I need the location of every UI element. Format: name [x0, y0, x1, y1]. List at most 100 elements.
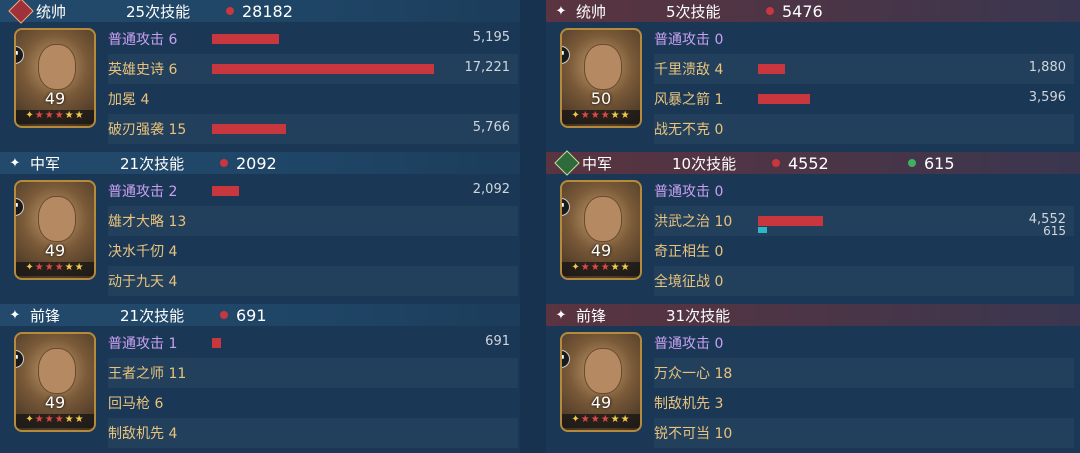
damage-value: 691	[485, 334, 510, 349]
skill-row: 普通攻击 6 5,195	[108, 24, 518, 54]
skill-name: 普通攻击 1	[108, 333, 208, 353]
damage-value: 1,880	[1028, 60, 1066, 75]
hero-portrait[interactable]: ⚑ 49 ✦★★★★★	[560, 332, 642, 432]
group-header: ✦ 前锋 21次技能 691	[0, 304, 520, 326]
skill-cast-count: 4	[168, 426, 178, 442]
damage-bar-area	[208, 418, 518, 448]
skill-name: 决水千仞 4	[108, 241, 208, 261]
damage-bar-area	[208, 388, 518, 418]
skill-name: 奇正相生 0	[654, 241, 754, 261]
damage-bar	[212, 34, 279, 44]
skill-name-text: 普通攻击	[108, 32, 164, 48]
damage-bar-area	[208, 236, 518, 266]
hero-face	[38, 196, 76, 242]
sparkle-icon: ✦	[9, 307, 21, 323]
skill-name: 万众一心 18	[654, 363, 754, 383]
skill-name-text: 动于九天	[108, 274, 164, 290]
damage-bar	[758, 216, 824, 226]
hero-level: 49	[590, 241, 612, 260]
skill-row: 普通攻击 1 691	[108, 328, 518, 358]
hero-level: 50	[590, 89, 612, 108]
skill-cast-count: 6	[154, 396, 164, 412]
hero-portrait[interactable]: ⚑ 49 ✦★★★★★	[14, 180, 96, 280]
skill-cast-count: 4	[168, 244, 178, 260]
skill-row: 洪武之治 10 4,552 615	[654, 206, 1074, 238]
skill-cast-count: 1	[168, 336, 178, 352]
skill-name-text: 锐不可当	[654, 426, 710, 442]
hero-group: ✦前锋31次技能 ⚑49✦★★★★★ 普通攻击 0 万众一心 18 制敌机先 3 锐不可当…	[546, 304, 1080, 453]
skill-count: 21次技能	[120, 306, 185, 325]
skill-row: 普通攻击 0	[654, 24, 1074, 54]
skill-name-text: 全境征战	[654, 274, 710, 290]
skill-row: 普通攻击 2 2,092	[108, 176, 518, 206]
skill-row: 制敌机先 4	[108, 418, 518, 448]
skill-name: 千里溃敌 4	[654, 59, 754, 79]
damage-bar-area: 17,221	[208, 54, 518, 84]
skill-cast-count: 0	[714, 122, 724, 138]
skill-cast-count: 0	[714, 336, 724, 352]
damage-dot-icon	[220, 159, 228, 167]
troop-type-icon: ⚑	[562, 46, 570, 64]
skill-row: 锐不可当 10	[654, 418, 1074, 448]
total-damage: 28182	[242, 1, 293, 21]
hero-group: 中军10次技能4552615⚑49✦★★★★★普通攻击 0洪武之治 104,55…	[546, 150, 1080, 304]
skill-cast-count: 13	[168, 214, 187, 230]
skill-name-text: 奇正相生	[654, 244, 710, 260]
damage-bar	[212, 64, 434, 74]
skill-row: 战无不克 0	[654, 114, 1074, 144]
damage-bar	[212, 338, 221, 348]
damage-dot-icon	[766, 7, 774, 15]
damage-bar-area	[754, 328, 1074, 358]
skill-cast-count: 11	[168, 366, 187, 382]
damage-bar-area	[754, 418, 1074, 448]
skill-name-text: 制敌机先	[108, 426, 164, 442]
group-header: ✦ 前锋 31次技能	[546, 304, 1080, 326]
hero-portrait[interactable]: ⚑ 49 ✦★★★★★	[14, 28, 96, 128]
skill-name: 普通攻击 6	[108, 29, 208, 49]
skill-row: 雄才大略 13	[108, 206, 518, 236]
hero-face	[584, 44, 622, 90]
skill-count: 5次技能	[666, 2, 721, 21]
role-label: 前锋	[30, 306, 61, 325]
skill-name: 普通攻击 0	[654, 333, 754, 353]
damage-bar	[758, 64, 785, 74]
role-label: 中军	[30, 154, 61, 173]
hero-level: 49	[44, 89, 66, 108]
damage-value: 3,596	[1028, 90, 1066, 105]
damage-bar-area: 1,880	[754, 54, 1074, 84]
skill-name: 王者之师 11	[108, 363, 208, 383]
damage-bar	[212, 124, 287, 134]
role-label: 中军	[582, 154, 613, 173]
skill-name: 普通攻击 0	[654, 29, 754, 49]
troop-type-icon: ⚑	[562, 350, 570, 368]
skill-count: 25次技能	[126, 2, 191, 21]
skill-name-text: 普通攻击	[654, 336, 710, 352]
total-heal: 615	[924, 153, 955, 173]
skill-name-text: 万众一心	[654, 366, 710, 382]
damage-dot-icon	[226, 7, 234, 15]
hero-face	[38, 44, 76, 90]
troop-type-icon: ⚑	[16, 46, 24, 64]
sparkle-icon: ✦	[555, 3, 567, 19]
damage-bar-area: 5,195	[208, 24, 518, 54]
total-damage: 2092	[236, 153, 277, 173]
role-label: 统帅	[576, 2, 607, 21]
damage-bar-area: 691	[208, 328, 518, 358]
skill-name-text: 决水千仞	[108, 244, 164, 260]
skill-cast-count: 6	[168, 32, 178, 48]
skill-name-text: 风暴之箭	[654, 92, 710, 108]
damage-bar-area: 2,092	[208, 176, 518, 206]
hero-portrait[interactable]: ⚑ 49 ✦★★★★★	[14, 332, 96, 432]
group-header: ✦ 统帅 5次技能 5476	[546, 0, 1080, 22]
skill-name: 风暴之箭 1	[654, 89, 754, 109]
skill-row: 破刃强袭 15 5,766	[108, 114, 518, 144]
skill-name: 制敌机先 3	[654, 393, 754, 413]
skill-row: 动于九天 4	[108, 266, 518, 296]
hero-portrait[interactable]: ⚑ 50 ✦★★★★★	[560, 28, 642, 128]
damage-bar-area: 4,552 615	[754, 206, 1074, 238]
skill-name-text: 加冕	[108, 92, 136, 108]
hero-portrait[interactable]: ⚑ 49 ✦★★★★★	[560, 180, 642, 280]
skill-name-text: 千里溃敌	[654, 62, 710, 78]
skill-name: 战无不克 0	[654, 119, 754, 139]
sparkle-icon: ✦	[9, 155, 21, 171]
